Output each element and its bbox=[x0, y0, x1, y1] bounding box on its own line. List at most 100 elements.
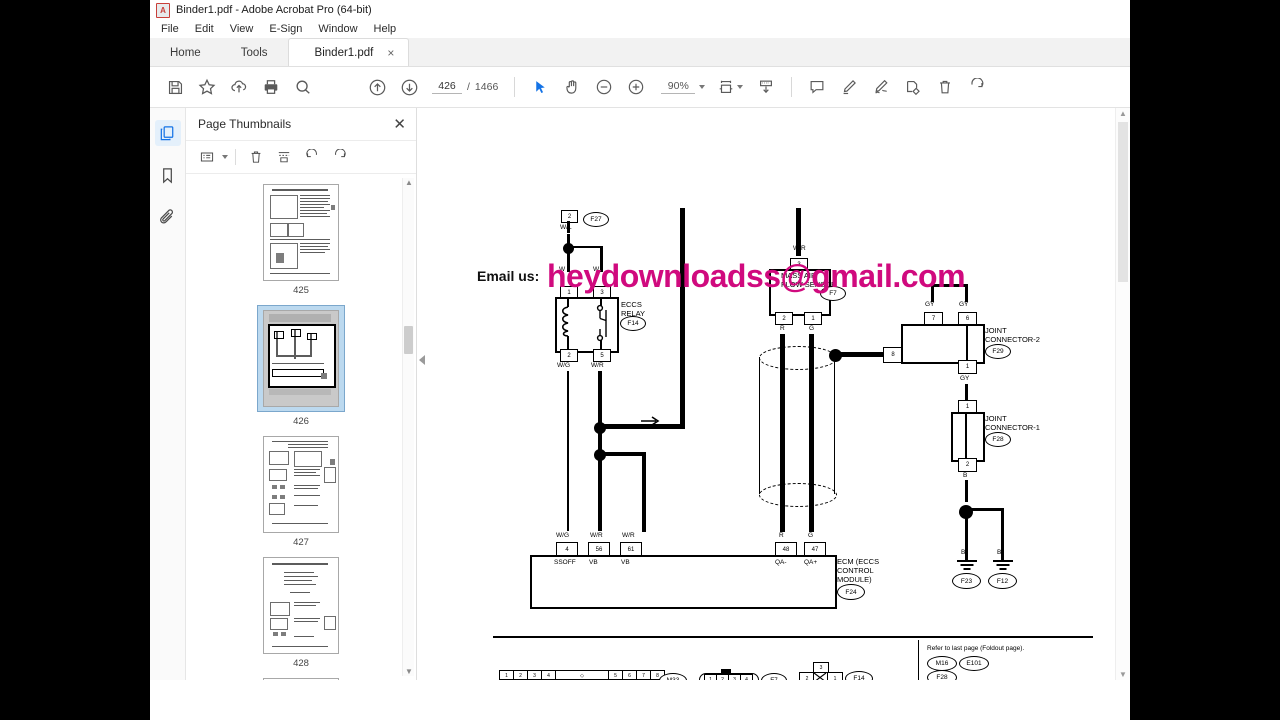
scroll-down-arrow-icon[interactable]: ▼ bbox=[405, 667, 413, 676]
scroll-up-arrow-icon[interactable]: ▲ bbox=[405, 178, 413, 187]
page-thumbnails-panel: Page Thumbnails ✕ 425 426 427 428 ▲ ▼ bbox=[186, 108, 417, 680]
bookmark-icon[interactable] bbox=[155, 162, 181, 188]
rotate-ccw-icon[interactable] bbox=[299, 145, 325, 169]
list-item[interactable]: 425 bbox=[186, 184, 416, 296]
menu-bar: File Edit View E-Sign Window Help bbox=[150, 20, 1130, 38]
search-icon[interactable] bbox=[288, 72, 318, 102]
zoom-level[interactable]: 90% bbox=[661, 80, 696, 94]
print-icon[interactable] bbox=[256, 72, 286, 102]
scroll-down-icon[interactable] bbox=[751, 72, 781, 102]
wire-label: B bbox=[961, 549, 966, 556]
thumbnail-page-image bbox=[263, 310, 339, 407]
menu-help[interactable]: Help bbox=[367, 22, 404, 36]
document-view[interactable]: Email us: heydownloadss@gmail.com www.he… bbox=[417, 108, 1130, 680]
connector-code: M33 bbox=[659, 673, 687, 680]
page-number-input[interactable]: 426 bbox=[432, 80, 462, 94]
thumbnail-list[interactable]: 425 426 427 428 ▲ ▼ bbox=[186, 174, 416, 680]
jc2-code: F29 bbox=[985, 344, 1011, 359]
thumbnail-scrollbar[interactable]: ▲ ▼ bbox=[402, 178, 414, 676]
wire-label: W/R bbox=[591, 362, 604, 369]
wire-label: GY bbox=[959, 301, 969, 308]
thumbnail-label: 425 bbox=[293, 285, 309, 296]
page-total: 1466 bbox=[474, 81, 499, 93]
page-separator: / bbox=[467, 81, 470, 93]
menu-file[interactable]: File bbox=[154, 22, 186, 36]
upload-cloud-icon[interactable] bbox=[224, 72, 254, 102]
arrow-up-circle-icon[interactable] bbox=[362, 72, 392, 102]
close-icon[interactable]: × bbox=[387, 47, 394, 59]
workspace: Page Thumbnails ✕ 425 426 427 428 ▲ ▼ Em… bbox=[150, 108, 1130, 680]
list-item[interactable]: 426 bbox=[186, 305, 416, 427]
save-icon[interactable] bbox=[160, 72, 190, 102]
connector-code: F7 bbox=[761, 673, 787, 680]
hand-icon[interactable] bbox=[557, 72, 587, 102]
cursor-arrow-icon[interactable] bbox=[525, 72, 555, 102]
menu-window[interactable]: Window bbox=[311, 22, 364, 36]
document-scrollbar[interactable]: ▲ ▼ bbox=[1115, 108, 1130, 680]
panel-title: Page Thumbnails bbox=[198, 117, 292, 131]
delete-pages-icon[interactable] bbox=[243, 145, 269, 169]
thumbnail-label: 428 bbox=[293, 658, 309, 669]
list-item[interactable]: 429 bbox=[186, 678, 416, 680]
joint-connector-1-body bbox=[951, 412, 985, 462]
toolbar-divider-1 bbox=[514, 77, 516, 97]
panel-divider bbox=[235, 149, 236, 165]
arrow-down-circle-icon[interactable] bbox=[394, 72, 424, 102]
collapse-panel-button[interactable] bbox=[417, 340, 428, 380]
highlight-pen-icon[interactable] bbox=[834, 72, 864, 102]
wire-label: G bbox=[809, 325, 815, 332]
menu-edit[interactable]: Edit bbox=[188, 22, 221, 36]
minus-circle-icon[interactable] bbox=[589, 72, 619, 102]
menu-view[interactable]: View bbox=[223, 22, 261, 36]
menu-esign[interactable]: E-Sign bbox=[262, 22, 309, 36]
list-item[interactable]: 428 bbox=[186, 557, 416, 669]
rotate-icon[interactable] bbox=[962, 72, 992, 102]
wire-label: B bbox=[997, 549, 1002, 556]
main-toolbar: 426 / 1466 90% bbox=[150, 67, 1130, 108]
scroll-up-arrow-icon[interactable]: ▲ bbox=[1119, 109, 1127, 118]
foldout-code: M16 bbox=[927, 656, 957, 671]
foldout-code: F28 bbox=[927, 670, 957, 680]
scrollbar-thumb[interactable] bbox=[1118, 122, 1128, 282]
stamp-icon[interactable] bbox=[898, 72, 928, 102]
scrollbar-thumb[interactable] bbox=[404, 326, 413, 354]
rotate-cw-icon[interactable] bbox=[327, 145, 353, 169]
foldout-note-box: Refer to last page (Foldout page). M16 E… bbox=[918, 640, 1094, 680]
paperclip-icon[interactable] bbox=[155, 204, 181, 230]
ecm-pin-name: SSOFF bbox=[554, 559, 576, 566]
tab-home[interactable]: Home bbox=[150, 40, 221, 66]
star-icon[interactable] bbox=[192, 72, 222, 102]
tab-tools[interactable]: Tools bbox=[221, 40, 288, 66]
wire-label: W/G bbox=[557, 362, 570, 369]
trash-icon[interactable] bbox=[930, 72, 960, 102]
list-options-icon[interactable] bbox=[194, 145, 220, 169]
ground-code: F23 bbox=[952, 573, 981, 589]
thumbnail-page-image bbox=[263, 184, 339, 281]
pages-icon[interactable] bbox=[154, 120, 181, 146]
section-divider bbox=[493, 636, 1093, 638]
chevron-down-icon[interactable] bbox=[699, 85, 706, 89]
close-icon[interactable]: ✕ bbox=[393, 117, 406, 132]
fit-page-chevron-icon[interactable] bbox=[737, 85, 744, 89]
chevron-down-icon[interactable] bbox=[222, 155, 228, 159]
scroll-down-arrow-icon[interactable]: ▼ bbox=[1119, 670, 1127, 679]
comment-icon[interactable] bbox=[802, 72, 832, 102]
thumbnail-page-image bbox=[263, 436, 339, 533]
tab-document-label: Binder1.pdf bbox=[314, 46, 374, 59]
title-bar: A Binder1.pdf - Adobe Acrobat Pro (64-bi… bbox=[150, 0, 1130, 20]
pin-right: 1 bbox=[827, 672, 843, 680]
connector-code: F14 bbox=[845, 671, 873, 680]
plus-circle-icon[interactable] bbox=[621, 72, 651, 102]
left-letterbox bbox=[0, 0, 150, 720]
ecm-code: F24 bbox=[837, 584, 865, 600]
wire-label: GY bbox=[925, 301, 935, 308]
tab-document[interactable]: Binder1.pdf × bbox=[287, 38, 410, 66]
extract-pages-icon[interactable] bbox=[271, 145, 297, 169]
panel-header: Page Thumbnails ✕ bbox=[186, 108, 416, 140]
zoom-control[interactable]: 90% bbox=[661, 80, 706, 94]
wire-label: W/R bbox=[793, 245, 806, 252]
maf-pin-1: 1 bbox=[804, 312, 822, 325]
list-item[interactable]: 427 bbox=[186, 436, 416, 548]
ecm-wire-label: W/R bbox=[590, 532, 603, 539]
sign-icon[interactable] bbox=[866, 72, 896, 102]
